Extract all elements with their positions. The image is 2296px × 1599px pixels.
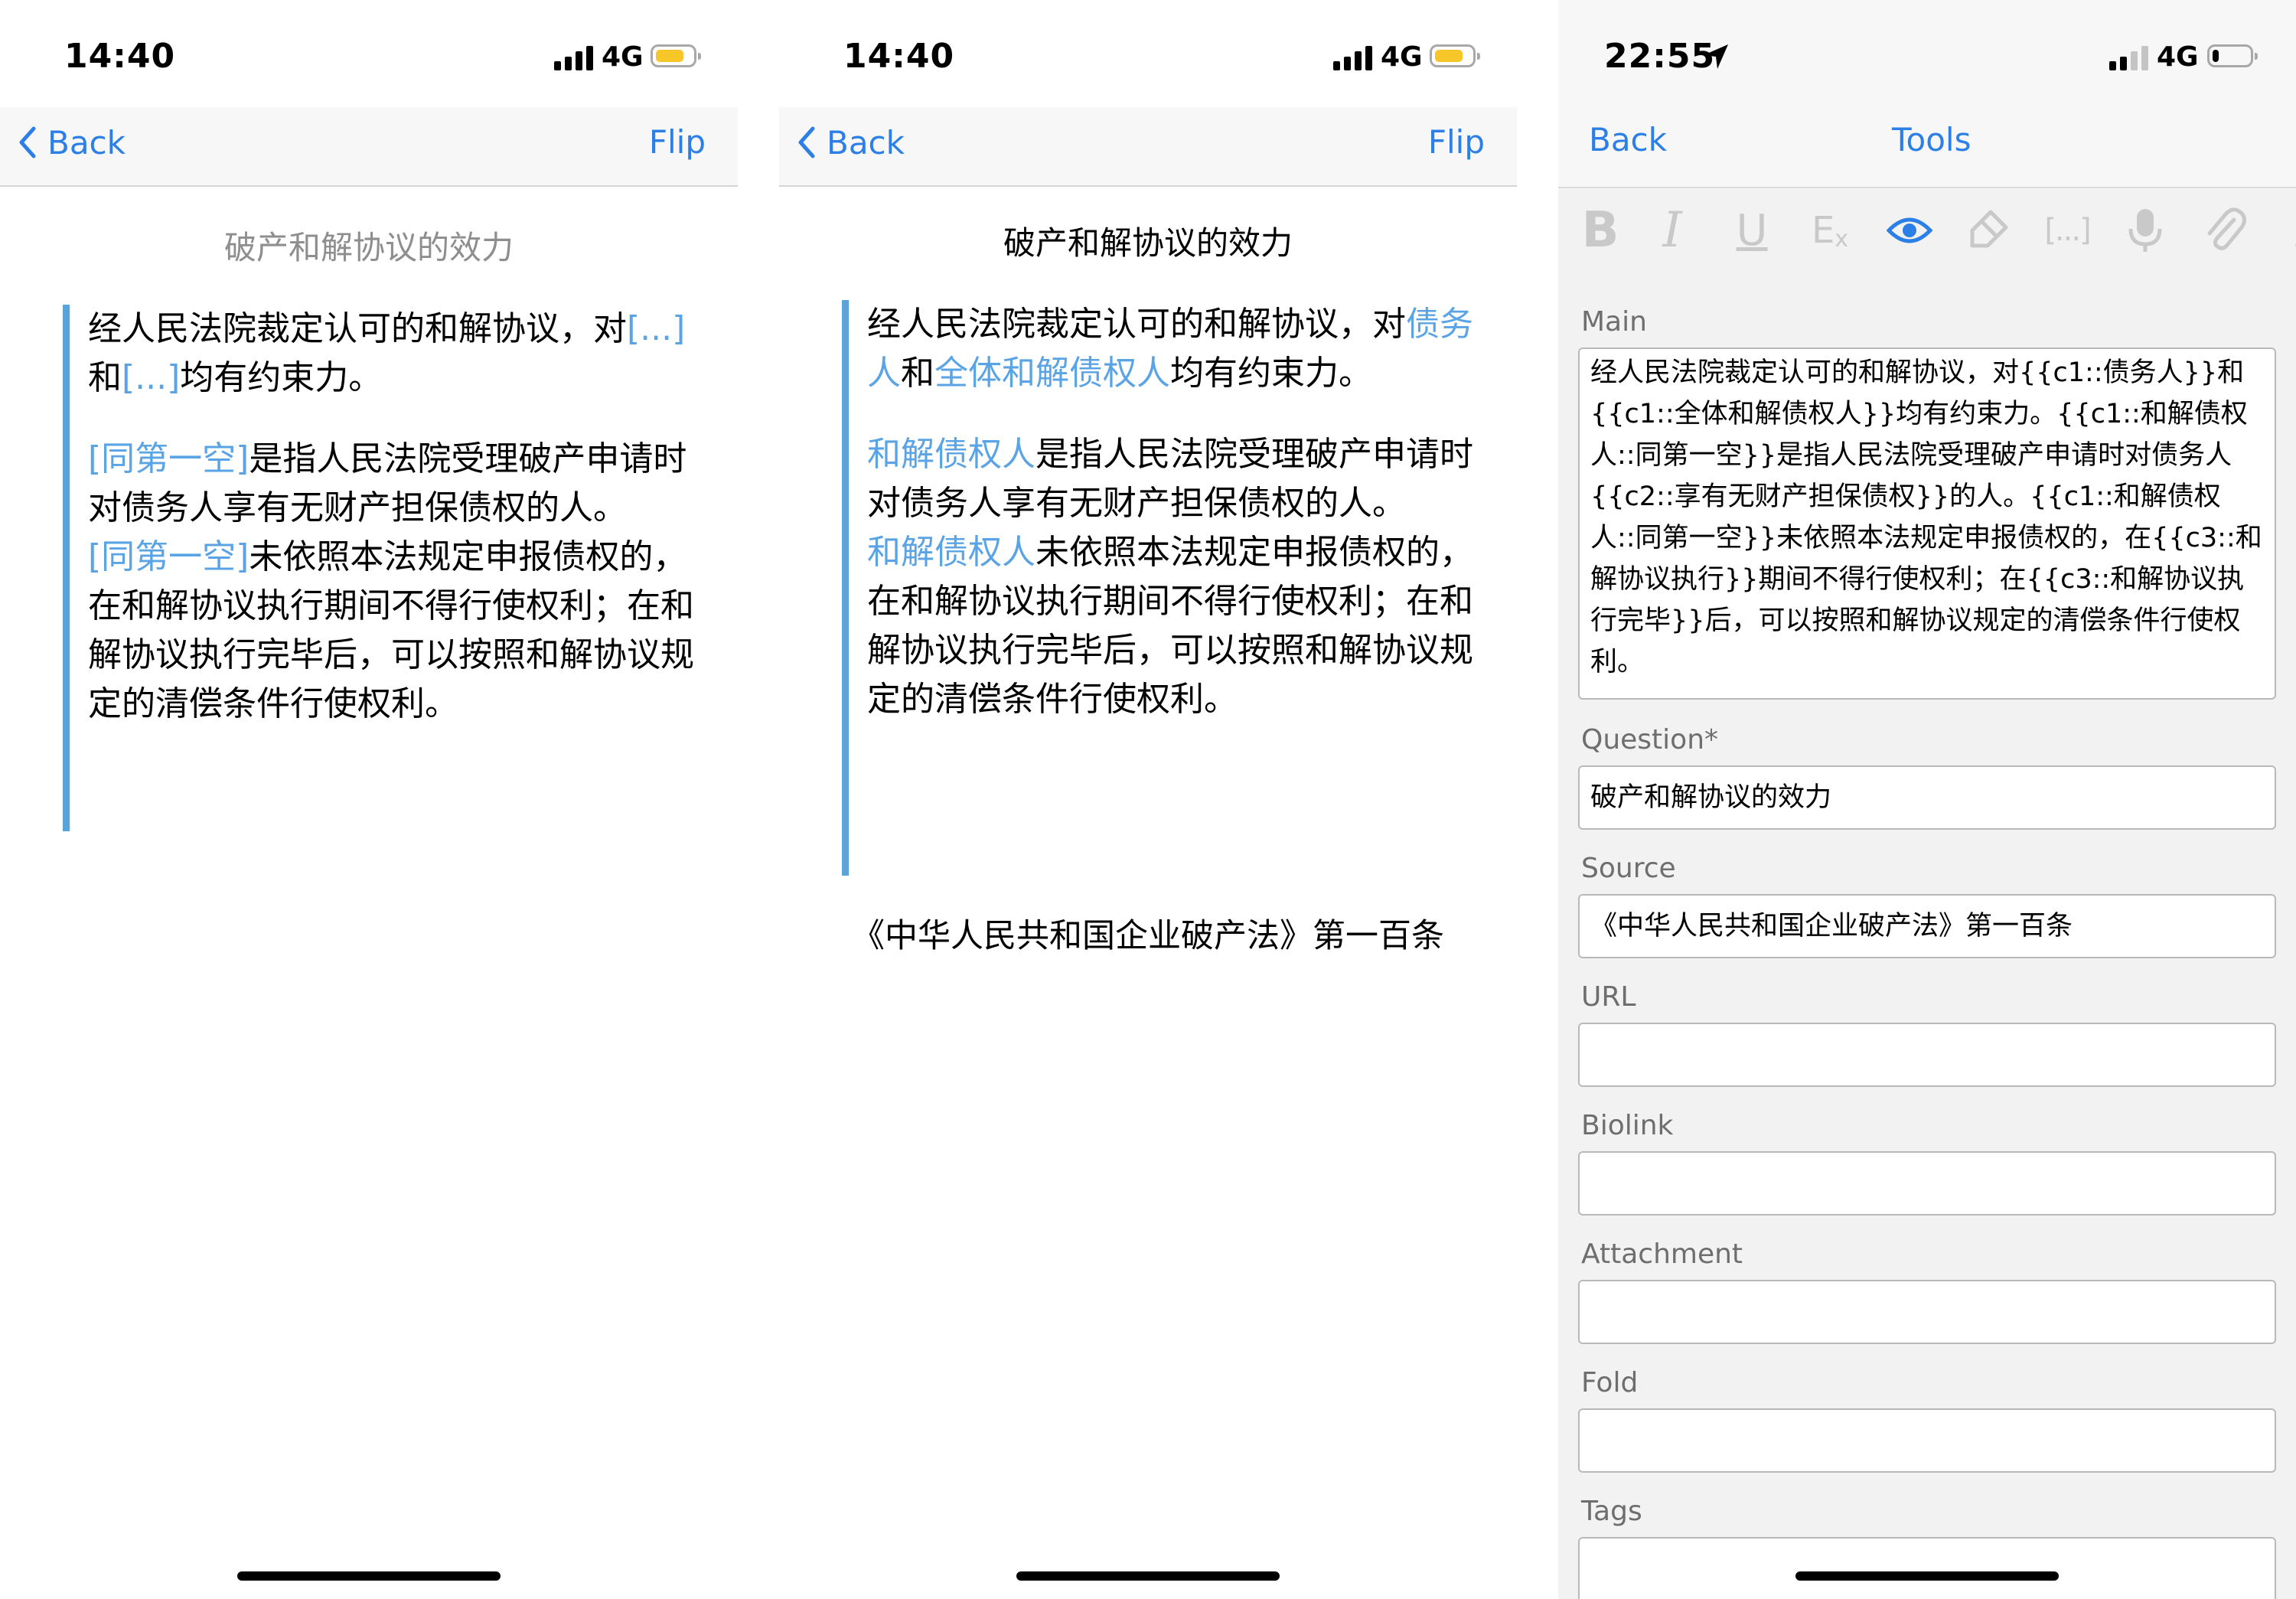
navigation-bar: Back Flip — [0, 107, 738, 187]
battery-icon — [1430, 44, 1480, 67]
chevron-left-icon — [19, 126, 36, 158]
field-label-url: URL — [1581, 981, 1636, 1013]
cloze-blank[interactable]: [...] — [122, 358, 180, 397]
navigation-bar: Back Flip — [779, 107, 1517, 187]
main-field[interactable]: 经人民法院裁定认可的和解协议，对{{c1::债务人}}和{{c1::全体和解债权… — [1578, 348, 2276, 700]
underline-icon[interactable]: U — [1725, 204, 1779, 257]
home-indicator[interactable] — [237, 1571, 501, 1581]
paragraph-2: [同第一空]是指人民法院受理破产申请时对债务人享有无财产担保债权的人。 [同第一空… — [88, 435, 716, 729]
card-title: 破产和解协议的效力 — [1003, 224, 1293, 262]
text-segment: 和 — [901, 354, 934, 393]
chevron-left-icon — [798, 126, 815, 158]
fields-form: Main 经人民法院裁定认可的和解协议，对{{c1::债务人}}和{{c1::全… — [1558, 271, 2296, 1599]
paragraph-1: 经人民法院裁定认可的和解协议，对债务人和全体和解债权人均有约束力。 — [867, 300, 1495, 398]
field-label-source: Source — [1581, 853, 1676, 884]
biolink-field[interactable] — [1578, 1151, 2276, 1216]
source-field[interactable]: 《中华人民共和国企业破产法》第一百条 — [1578, 894, 2276, 958]
tags-field[interactable] — [1578, 1537, 2276, 1599]
cloze-blank[interactable]: [同第一空] — [88, 439, 249, 478]
paragraph-1: 经人民法院裁定认可的和解协议，对[...]和[...]均有约束力。 — [88, 305, 716, 403]
source-citation: 《中华人民共和国企业破产法》第一百条 — [852, 917, 1444, 955]
field-label-tags: Tags — [1581, 1496, 1642, 1527]
text-segment: 经人民法院裁定认可的和解协议，对 — [867, 305, 1406, 344]
back-label: Back — [47, 123, 126, 162]
network-type: 4G — [1381, 41, 1423, 73]
bold-icon[interactable]: B — [1574, 202, 1627, 259]
home-indicator[interactable] — [1016, 1571, 1280, 1581]
home-indicator[interactable] — [1795, 1571, 2059, 1581]
tools-button[interactable]: Tools — [1892, 121, 1971, 158]
panel-separator — [1517, 0, 1558, 1599]
field-label-fold: Fold — [1581, 1367, 1639, 1398]
cloze-answer: 和解债权人 — [867, 533, 1035, 572]
location-arrow-icon — [1704, 44, 1728, 69]
text-segment: 和 — [88, 358, 122, 397]
battery-icon — [2207, 44, 2258, 67]
status-time: 22:55 — [1604, 37, 1716, 76]
formatting-toolbar: B I U Ex [...] / — [1558, 187, 2296, 272]
text-segment: 均有约束力。 — [180, 358, 383, 397]
flip-button[interactable]: Flip — [1428, 119, 1485, 165]
status-bar: 14:40 4G — [0, 0, 738, 107]
card-title: 破产和解协议的效力 — [223, 229, 514, 266]
attachment-field[interactable] — [1578, 1280, 2276, 1344]
paragraph-2: 和解债权人是指人民法院受理破产申请时对债务人享有无财产担保债权的人。 和解债权人未… — [867, 430, 1495, 724]
card-back-screen: 14:40 4G Back Flip 破产和解协议的效力 经人民法院裁定认可的和… — [779, 0, 1517, 1599]
flip-button[interactable]: Flip — [649, 119, 706, 165]
microphone-icon[interactable] — [2118, 204, 2172, 257]
cloze-icon[interactable]: [...] — [2040, 204, 2094, 257]
text-segment: 经人民法院裁定认可的和解协议，对 — [88, 309, 627, 348]
note-editor-screen: 22:55 4G Back Tools B I U Ex [...] / — [1558, 0, 2296, 1599]
paperclip-icon[interactable] — [2198, 204, 2252, 257]
status-bar: 14:40 4G — [779, 0, 1517, 107]
field-label-question: Question* — [1581, 724, 1719, 755]
panel-separator — [738, 0, 779, 1599]
back-button[interactable]: Back — [18, 119, 126, 165]
cloze-blank[interactable]: [...] — [627, 309, 685, 348]
url-field[interactable] — [1578, 1023, 2276, 1087]
navigation-bar: Back Tools — [1558, 107, 2296, 187]
cloze-blank[interactable]: [同第一空] — [88, 537, 249, 576]
highlighter-icon[interactable] — [1961, 204, 2014, 257]
question-field[interactable]: 破产和解协议的效力 — [1578, 765, 2276, 830]
clear-format-icon[interactable]: Ex — [1803, 204, 1857, 257]
back-button[interactable]: Back — [1589, 121, 1667, 158]
back-button[interactable]: Back — [797, 119, 905, 165]
signal-icon — [554, 46, 594, 70]
field-label-attachment: Attachment — [1581, 1238, 1743, 1270]
status-time: 14:40 — [843, 37, 955, 76]
field-label-main: Main — [1581, 306, 1647, 338]
signal-icon — [2109, 46, 2149, 70]
status-time: 14:40 — [64, 37, 176, 76]
status-bar: 22:55 4G — [1558, 0, 2296, 107]
network-type: 4G — [2157, 41, 2199, 73]
back-label: Back — [827, 123, 905, 162]
italic-icon[interactable]: I — [1645, 202, 1699, 259]
text-segment: 均有约束力。 — [1170, 354, 1372, 393]
field-label-biolink: Biolink — [1581, 1110, 1674, 1141]
eye-icon[interactable] — [1883, 204, 1936, 257]
network-type: 4G — [602, 41, 644, 73]
battery-icon — [651, 44, 701, 67]
fold-field[interactable] — [1578, 1408, 2276, 1473]
cloze-quote: 经人民法院裁定认可的和解协议，对[...]和[...]均有约束力。 [同第一空]… — [63, 305, 716, 831]
card-front-screen: 14:40 4G Back Flip 破产和解协议的效力 经人民法院裁定认可的和… — [0, 0, 738, 1599]
more-tools-icon[interactable]: / — [2275, 204, 2296, 257]
signal-icon — [1333, 46, 1373, 70]
cloze-answer: 和解债权人 — [867, 435, 1035, 474]
cloze-answer: 全体和解债权人 — [934, 354, 1170, 393]
answer-quote: 经人民法院裁定认可的和解协议，对债务人和全体和解债权人均有约束力。 和解债权人是… — [842, 300, 1495, 876]
